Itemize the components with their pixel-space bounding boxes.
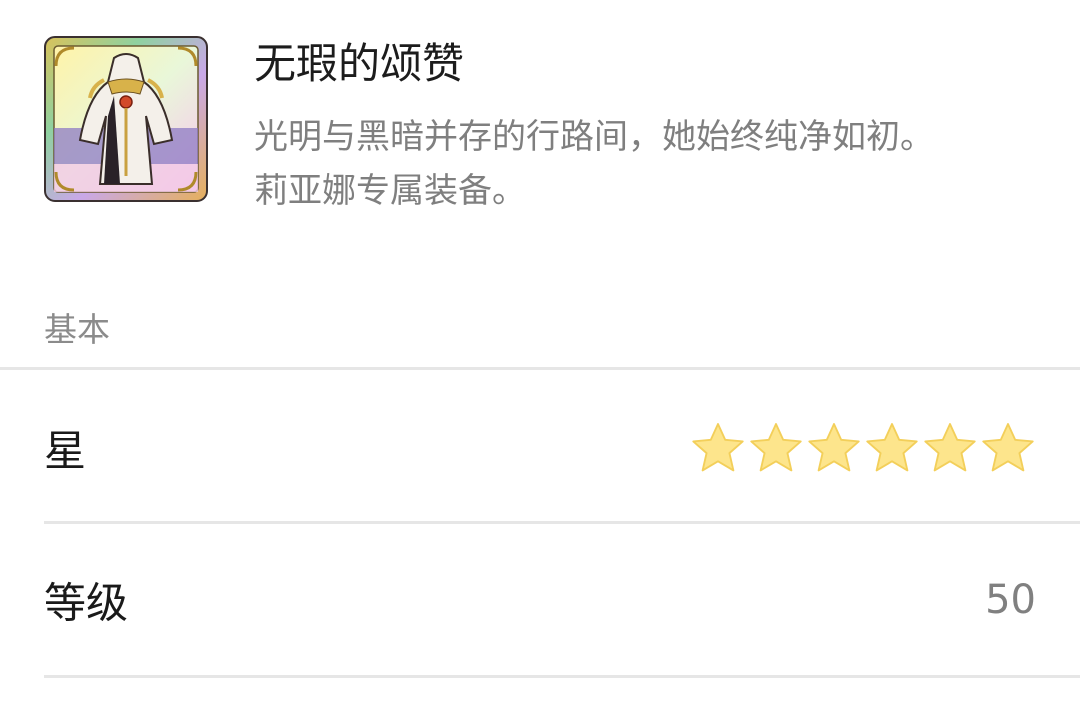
item-description: 光明与黑暗并存的行路间，她始终纯净如初。 莉亚娜专属装备。	[254, 110, 1044, 218]
white-dress-equipment-icon	[44, 36, 208, 202]
star-icon	[808, 423, 860, 472]
star-rating	[690, 421, 1036, 475]
equipment-detail-page: 无瑕的颂赞 光明与黑暗并存的行路间，她始终纯净如初。 莉亚娜专属装备。 基本 星…	[0, 0, 1080, 720]
section-divider	[0, 367, 1080, 370]
row-divider	[44, 521, 1080, 524]
level-row-label: 等级	[44, 578, 129, 628]
item-description-line: 莉亚娜专属装备。	[254, 171, 526, 211]
section-title-basic: 基本	[44, 310, 110, 349]
level-row: 等级 50	[44, 525, 1036, 675]
item-description-line: 光明与黑暗并存的行路间，她始终纯净如初。	[254, 117, 934, 157]
star-row-label: 星	[44, 426, 87, 476]
star-icon	[924, 423, 976, 472]
star-icon	[866, 423, 918, 472]
row-divider	[44, 675, 1080, 678]
level-value: 50	[985, 577, 1036, 623]
star-icon	[692, 423, 744, 472]
item-header: 无瑕的颂赞 光明与黑暗并存的行路间，她始终纯净如初。 莉亚娜专属装备。	[44, 36, 1044, 216]
star-icon	[750, 423, 802, 472]
star-icon	[982, 423, 1034, 472]
item-name: 无瑕的颂赞	[254, 39, 465, 88]
star-row: 星	[44, 373, 1036, 523]
